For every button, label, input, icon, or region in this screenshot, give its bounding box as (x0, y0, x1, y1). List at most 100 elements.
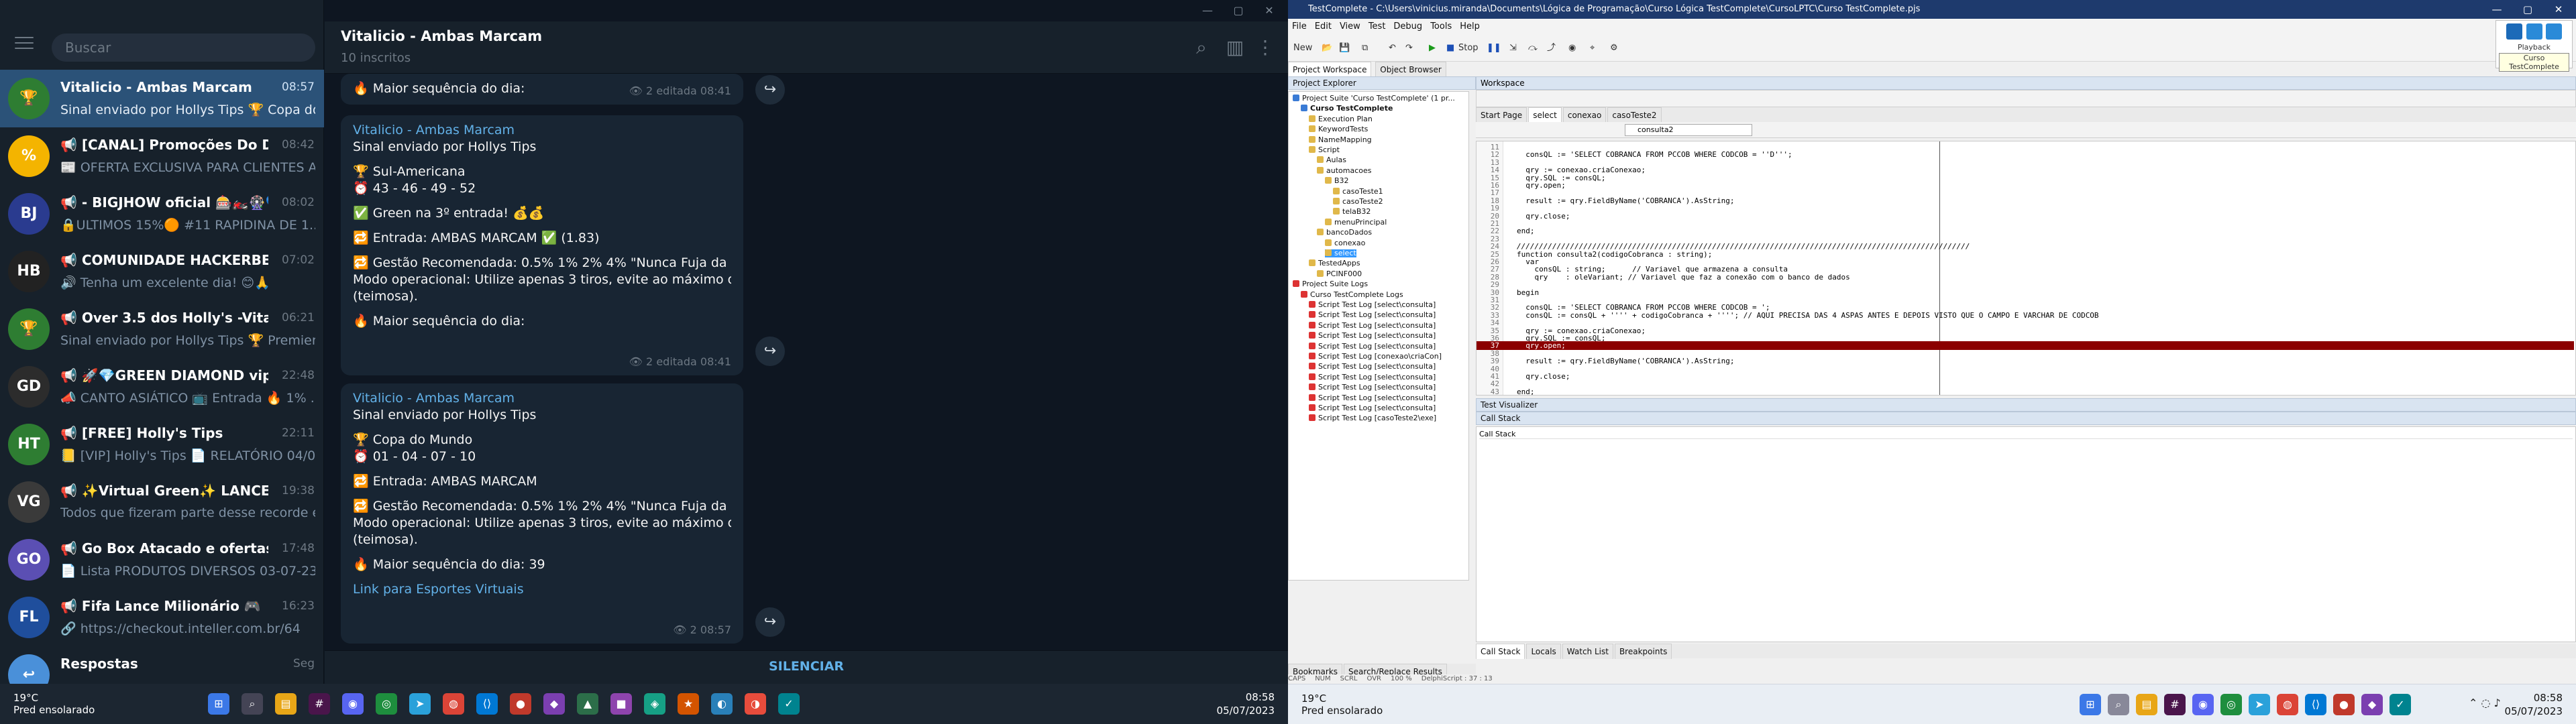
tree-item[interactable]: Aulas (1317, 156, 1346, 164)
routine-select[interactable]: consulta2 (1625, 124, 1752, 136)
app-icon[interactable]: ● (510, 693, 531, 715)
search-icon[interactable]: ⌕ (241, 693, 263, 715)
step-into-icon[interactable]: ⇲ (1509, 40, 1524, 56)
message-sender[interactable]: Vitalicio - Ambas Marcam (353, 390, 731, 407)
share-icon[interactable]: ↪ (755, 337, 785, 366)
app-icon[interactable]: ◆ (543, 693, 565, 715)
telegram-icon[interactable]: ➤ (409, 693, 431, 715)
stop-button[interactable]: Stop (1458, 40, 1479, 56)
tab-start-page[interactable]: Start Page (1476, 107, 1527, 123)
app-icon[interactable]: ◐ (711, 693, 733, 715)
tree-item[interactable]: PCINF000 (1317, 269, 1362, 278)
system-clock[interactable]: 08:58 05/07/2023 (2505, 691, 2563, 718)
code-editor[interactable]: 11 12 consQL := 'SELECT COBRANCA FROM PCC… (1476, 141, 2576, 396)
menu-file[interactable]: File (1292, 19, 1307, 35)
save-all-icon[interactable]: ⧉ (1362, 40, 1377, 56)
tab-call-stack[interactable]: Call Stack (1476, 644, 1525, 659)
menu-test[interactable]: Test (1368, 19, 1386, 35)
menu-edit[interactable]: Edit (1315, 19, 1332, 35)
chat-list-item[interactable]: VG 📢 ✨Virtual Green✨ LANCE MILI... 19:38 To… (0, 473, 324, 531)
tree-item[interactable]: Execution Plan (1309, 115, 1373, 123)
message-link[interactable]: Link para Esportes Virtuais (353, 581, 731, 598)
share-icon[interactable]: ↪ (755, 607, 785, 637)
tree-item[interactable]: Script Test Log [select\consulta] (1309, 332, 1436, 340)
tree-item[interactable]: bancoDados (1317, 229, 1372, 237)
tree-item[interactable]: Script Test Log [casoTeste2\exe] (1309, 414, 1436, 422)
whatsapp-icon[interactable]: ◎ (376, 693, 397, 715)
tab-breakpoints[interactable]: Breakpoints (1614, 644, 1672, 659)
close-icon[interactable]: ✕ (1256, 3, 1283, 19)
app-icon[interactable]: ◆ (2361, 694, 2383, 715)
tree-item[interactable]: Project Suite 'Curso TestComplete' (1 pr… (1293, 95, 1455, 103)
tree-item[interactable]: Script Test Log [select\consulta] (1309, 363, 1436, 371)
mute-button[interactable]: SILENCIAR (325, 659, 1288, 674)
tree-item[interactable]: Script Test Log [select\consulta] (1309, 342, 1436, 351)
playback-run-icon[interactable] (2506, 23, 2522, 40)
testcomplete-icon[interactable]: ✓ (778, 693, 800, 715)
whatsapp-icon[interactable]: ◎ (2220, 694, 2242, 715)
tree-item[interactable]: automacoes (1317, 166, 1372, 175)
start-icon[interactable]: ⊞ (2080, 694, 2101, 715)
app-icon[interactable]: ■ (610, 693, 632, 715)
chat-list-item[interactable]: BJ 📢 - BIGJHOW oficial 🎰🏍️🎡💙... 08:02 🔒ULTI… (0, 185, 324, 243)
more-options-icon[interactable]: ⋮ (1254, 36, 1277, 59)
discord-icon[interactable]: ◉ (2192, 694, 2214, 715)
settings-icon[interactable]: ⚙ (1610, 40, 1625, 56)
weather-widget[interactable]: 19°C Pred ensolarado (13, 692, 95, 716)
tree-item[interactable]: Curso TestComplete (1301, 105, 1393, 113)
tree-item[interactable]: menuPrincipal (1325, 218, 1387, 227)
menu-tools[interactable]: Tools (1430, 19, 1452, 35)
chat-list-item[interactable]: 🏆 📢 Over 3.5 dos Holly's -Vitalicio 06:21 S… (0, 300, 324, 358)
tree-item[interactable]: casoTeste1 (1333, 187, 1383, 196)
menu-view[interactable]: View (1340, 19, 1360, 35)
redo-icon[interactable]: ↷ (1405, 40, 1420, 56)
tree-item[interactable]: TestedApps (1309, 259, 1360, 267)
message-sender[interactable]: Vitalicio - Ambas Marcam (353, 122, 731, 139)
tree-item[interactable]: Script Test Log [select\consulta] (1309, 383, 1436, 391)
tree-item[interactable]: Script Test Log [select\consulta] (1309, 394, 1436, 402)
close-icon[interactable]: ✕ (2544, 0, 2573, 19)
step-out-icon[interactable]: ⤴ (1547, 40, 1562, 56)
app-icon[interactable]: ▲ (577, 693, 598, 715)
pause-icon[interactable]: ❚❚ (1487, 40, 1501, 56)
vscode-icon[interactable]: ⟨⟩ (476, 693, 498, 715)
tree-item[interactable]: Script Test Log [select\consulta] (1309, 321, 1436, 330)
tree-item[interactable]: Script Test Log [select\consulta] (1309, 311, 1436, 319)
tree-item[interactable]: B32 (1325, 177, 1349, 185)
chat-list-item[interactable]: GO 📢 Go Box Atacado e ofertas! 17:48 📄 List… (0, 531, 324, 589)
tray-icons[interactable]: ⌃ ◌ ♪ (2469, 697, 2501, 709)
playback-pause-icon[interactable] (2526, 23, 2542, 40)
minimize-icon[interactable]: — (2482, 0, 2512, 19)
tab-conexao[interactable]: conexao (1562, 107, 1607, 123)
search-icon[interactable]: ⌕ (1190, 36, 1213, 59)
tree-item[interactable]: casoTeste2 (1333, 198, 1383, 206)
vscode-icon[interactable]: ⟨⟩ (2305, 694, 2326, 715)
tab-project-workspace[interactable]: Project Workspace (1288, 62, 1372, 77)
chrome-icon[interactable]: ◍ (2277, 694, 2298, 715)
file-explorer-icon[interactable]: ▤ (2136, 694, 2157, 715)
save-icon[interactable]: 💾 (1339, 40, 1354, 56)
weather-widget[interactable]: 19°C Pred ensolarado (1301, 692, 1383, 717)
system-clock[interactable]: 08:58 05/07/2023 (1217, 690, 1275, 717)
step-over-icon[interactable]: ⤼ (1528, 40, 1543, 56)
app-icon[interactable]: ◑ (745, 693, 766, 715)
tab-object-browser[interactable]: Object Browser (1375, 62, 1446, 77)
record-icon[interactable]: ◉ (1568, 40, 1583, 56)
chat-list-item[interactable]: HT 📢 [FREE] Holly's Tips 22:11 📒 [VIP] Holl… (0, 416, 324, 473)
chat-list-item[interactable]: % 📢 [CANAL] Promoções Do Dia 08:42 📰 OFERTA… (0, 127, 324, 185)
chat-list-item[interactable]: HB 📢 COMUNIDADE HACKERBET💸 07:02 🔊 Tenha um… (0, 243, 324, 300)
chat-list-item[interactable]: GD 📢 🚀💎GREEN DIAMOND vip💎🚀 22:48 📣 CANTO AS… (0, 358, 324, 416)
tree-item[interactable]: Script Test Log [select\consulta] (1309, 373, 1436, 381)
discord-icon[interactable]: ◉ (342, 693, 364, 715)
tree-item[interactable]: telaB32 (1333, 208, 1371, 216)
tree-item[interactable]: NameMapping (1309, 135, 1372, 144)
chat-list-item[interactable]: FL 📢 Fifa Lance Milionário 🎮 16:23 🔗 https:… (0, 589, 324, 646)
tree-item[interactable]: conexao (1325, 239, 1365, 247)
minimize-icon[interactable]: — (1194, 3, 1221, 19)
share-icon[interactable]: ↪ (755, 75, 785, 105)
tree-item[interactable]: Script Test Log [conexao\criaCon] (1309, 353, 1442, 361)
object-spy-icon[interactable]: ⌖ (1590, 40, 1605, 56)
tab-select[interactable]: select (1528, 107, 1562, 123)
tree-item[interactable]: Project Suite Logs (1293, 280, 1368, 288)
telegram-icon[interactable]: ➤ (2249, 694, 2270, 715)
